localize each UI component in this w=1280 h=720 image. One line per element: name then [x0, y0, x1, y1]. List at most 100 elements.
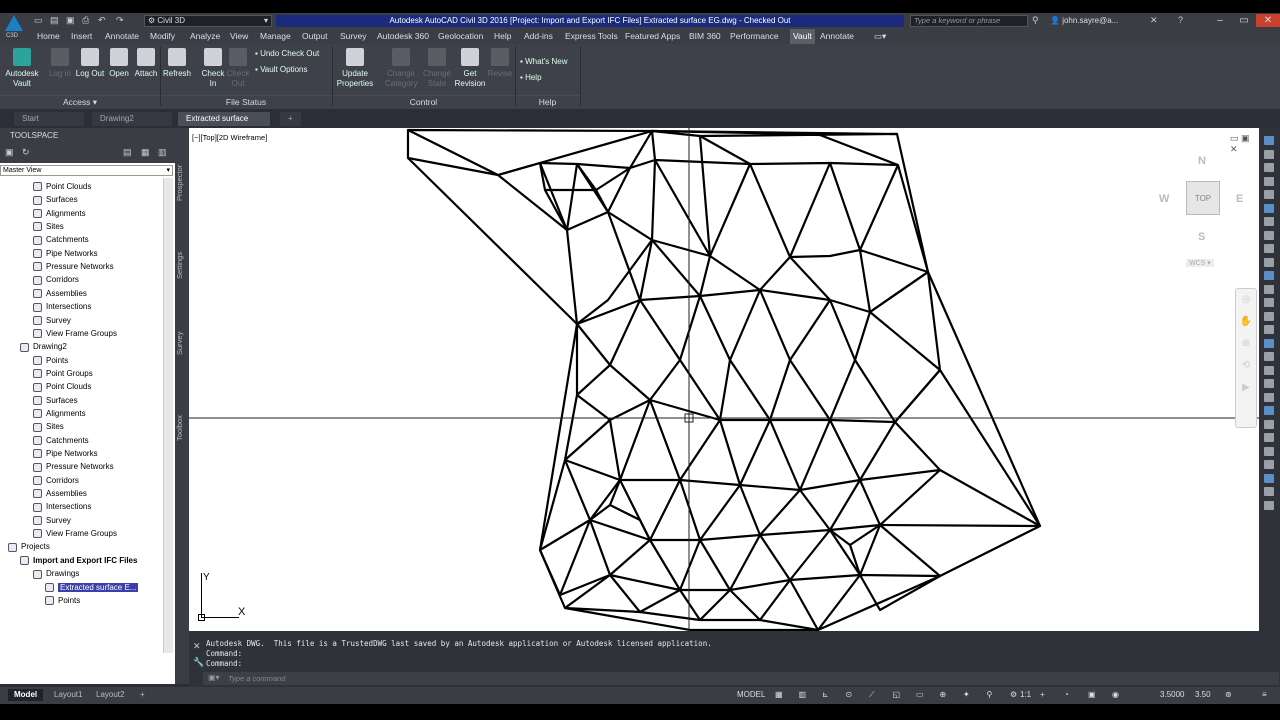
steeringwheel-icon[interactable]: ◎	[1236, 289, 1256, 311]
tree-item[interactable]: Points	[45, 594, 80, 607]
refresh-button[interactable]: Refresh	[162, 48, 192, 79]
vault-options-button[interactable]: ▪ Vault Options	[255, 65, 308, 75]
toolspace-settings-icon[interactable]: ▣	[5, 147, 14, 158]
list-view-icon[interactable]: ▦	[141, 147, 150, 158]
tree-item[interactable]: Point Clouds	[33, 180, 91, 193]
palette-tool-icon[interactable]	[1264, 176, 1274, 186]
new-tab-button[interactable]: +	[280, 112, 301, 126]
close-button[interactable]: ✕	[1256, 14, 1280, 27]
compass-west[interactable]: W	[1159, 193, 1169, 205]
command-prompt-icon[interactable]: ▣▾	[208, 673, 220, 682]
zoom-icon[interactable]: ⊕	[1236, 333, 1256, 355]
panel-help[interactable]: Help	[515, 95, 580, 108]
revise-button[interactable]: Revise	[487, 48, 513, 79]
wcs-menu[interactable]: WCS ▾	[1186, 259, 1214, 267]
palette-tool-icon[interactable]	[1264, 500, 1274, 510]
tree-item[interactable]: Projects	[8, 540, 50, 553]
status-tool-icon[interactable]: ⊕	[940, 689, 947, 701]
orbit-icon[interactable]: ⟲	[1236, 355, 1256, 377]
tab-geolocation[interactable]: Geolocation	[438, 29, 483, 44]
tree-item[interactable]: Pipe Networks	[33, 447, 98, 460]
help-icon[interactable]: ?	[1178, 15, 1183, 25]
doc-tab-drawing2[interactable]: Drawing2	[92, 112, 172, 126]
customize-menu-icon[interactable]: ≡	[1262, 689, 1267, 701]
viewcube[interactable]: N W TOP E S WCS ▾	[1159, 153, 1244, 273]
check-out-button[interactable]: Check Out	[226, 48, 250, 89]
tab-bim-360[interactable]: BIM 360	[689, 29, 721, 44]
model-space-toggle[interactable]: MODEL	[737, 689, 765, 701]
user-signin[interactable]: 👤 john.sayre@a...	[1050, 15, 1118, 27]
search-input[interactable]: Type a keyword or phrase	[910, 15, 1028, 27]
view-select[interactable]: Master View ▾	[0, 165, 173, 176]
status-tool-icon[interactable]: ▣	[1088, 689, 1096, 701]
tree-item[interactable]: Survey	[33, 314, 71, 327]
open-button[interactable]: Open	[107, 48, 131, 79]
palette-tool-icon[interactable]	[1264, 392, 1274, 402]
palette-tool-icon[interactable]	[1264, 365, 1274, 375]
side-tab-toolbox[interactable]: Toolbox	[175, 406, 189, 451]
status-tool-icon[interactable]: ⚲	[987, 689, 993, 701]
palette-tool-icon[interactable]	[1264, 271, 1274, 280]
tree-item[interactable]: Intersections	[33, 500, 91, 513]
customize-icon[interactable]: 🔧	[193, 657, 204, 668]
status-tool-icon[interactable]: ⊛	[1225, 689, 1232, 701]
tree-item[interactable]: Pipe Networks	[33, 247, 98, 260]
layout-tab-model[interactable]: Model	[8, 689, 44, 701]
palette-tool-icon[interactable]	[1264, 460, 1274, 469]
status-tool-icon[interactable]: ◱	[893, 689, 901, 701]
tab-view[interactable]: View	[230, 29, 248, 44]
tree-item[interactable]: Alignments	[33, 207, 86, 220]
tab-output[interactable]: Output	[302, 29, 328, 44]
status-tool-icon[interactable]: ⊙	[846, 689, 853, 701]
palette-tool-icon[interactable]	[1264, 338, 1274, 348]
palette-tool-icon[interactable]	[1264, 487, 1274, 496]
tree-item[interactable]: Corridors	[33, 474, 79, 487]
panel-file-status[interactable]: File Status	[160, 95, 332, 108]
maximize-button[interactable]: ▭	[1232, 14, 1256, 27]
tree-item[interactable]: Alignments	[33, 407, 86, 420]
exchange-icon[interactable]: ✕	[1150, 15, 1158, 26]
palette-tool-icon[interactable]	[1264, 217, 1274, 226]
palette-tool-icon[interactable]	[1264, 433, 1274, 442]
binoculars-icon[interactable]: ⚲	[1032, 15, 1039, 26]
undo-check-out-button[interactable]: ▪ Undo Check Out	[255, 49, 319, 59]
tab-add-ins[interactable]: Add-ins	[524, 29, 553, 44]
status-tool-icon[interactable]: ▥	[799, 689, 807, 701]
pan-icon[interactable]: ✋	[1236, 311, 1256, 333]
tree-item[interactable]: Assemblies	[33, 487, 87, 500]
layout-tab-layout1[interactable]: Layout1	[48, 689, 88, 701]
tree-item[interactable]: View Frame Groups	[33, 327, 117, 340]
palette-tool-icon[interactable]	[1264, 379, 1274, 388]
tree-item[interactable]: Sites	[33, 220, 64, 233]
tab-manage[interactable]: Manage	[260, 29, 291, 44]
palette-tool-icon[interactable]	[1264, 136, 1274, 145]
check-in-button[interactable]: Check In	[199, 48, 227, 89]
panel-access[interactable]: Access ▾	[0, 95, 160, 108]
status-value-2[interactable]: 3.50	[1195, 689, 1211, 701]
tab-home[interactable]: Home	[37, 29, 60, 44]
annotation-scale[interactable]: 1:1	[1020, 689, 1031, 701]
doc-tab-start[interactable]: Start	[14, 112, 84, 126]
tab-express-tools[interactable]: Express Tools	[565, 29, 618, 44]
minimize-button[interactable]: –	[1208, 14, 1232, 27]
tree-item[interactable]: Points	[33, 354, 68, 367]
palette-tool-icon[interactable]	[1264, 446, 1274, 456]
compass-east[interactable]: E	[1236, 193, 1243, 205]
tree-item[interactable]: Pressure Networks	[33, 460, 114, 473]
viewcube-top-face[interactable]: TOP	[1186, 181, 1220, 215]
status-tool-icon[interactable]: ◔	[1064, 689, 1069, 701]
application-menu-button[interactable]: C3D	[0, 13, 28, 45]
tree-item[interactable]: Assemblies	[33, 287, 87, 300]
doc-tab-extracted-surface-eg[interactable]: Extracted surface EG	[178, 112, 270, 137]
palette-tool-icon[interactable]	[1264, 284, 1274, 294]
layout-tab-layout2[interactable]: Layout2	[90, 689, 130, 701]
tab-autodesk-360[interactable]: Autodesk 360	[377, 29, 429, 44]
tree-item[interactable]: Intersections	[33, 300, 91, 313]
palette-tool-icon[interactable]	[1264, 244, 1274, 253]
toolspace-scrollbar[interactable]	[163, 178, 173, 653]
refresh-icon[interactable]: ↻	[22, 147, 30, 158]
side-tab-survey[interactable]: Survey	[175, 323, 189, 363]
palette-tool-icon[interactable]	[1264, 406, 1274, 415]
palette-tool-icon[interactable]	[1264, 352, 1274, 361]
side-tab-settings[interactable]: Settings	[175, 243, 189, 288]
